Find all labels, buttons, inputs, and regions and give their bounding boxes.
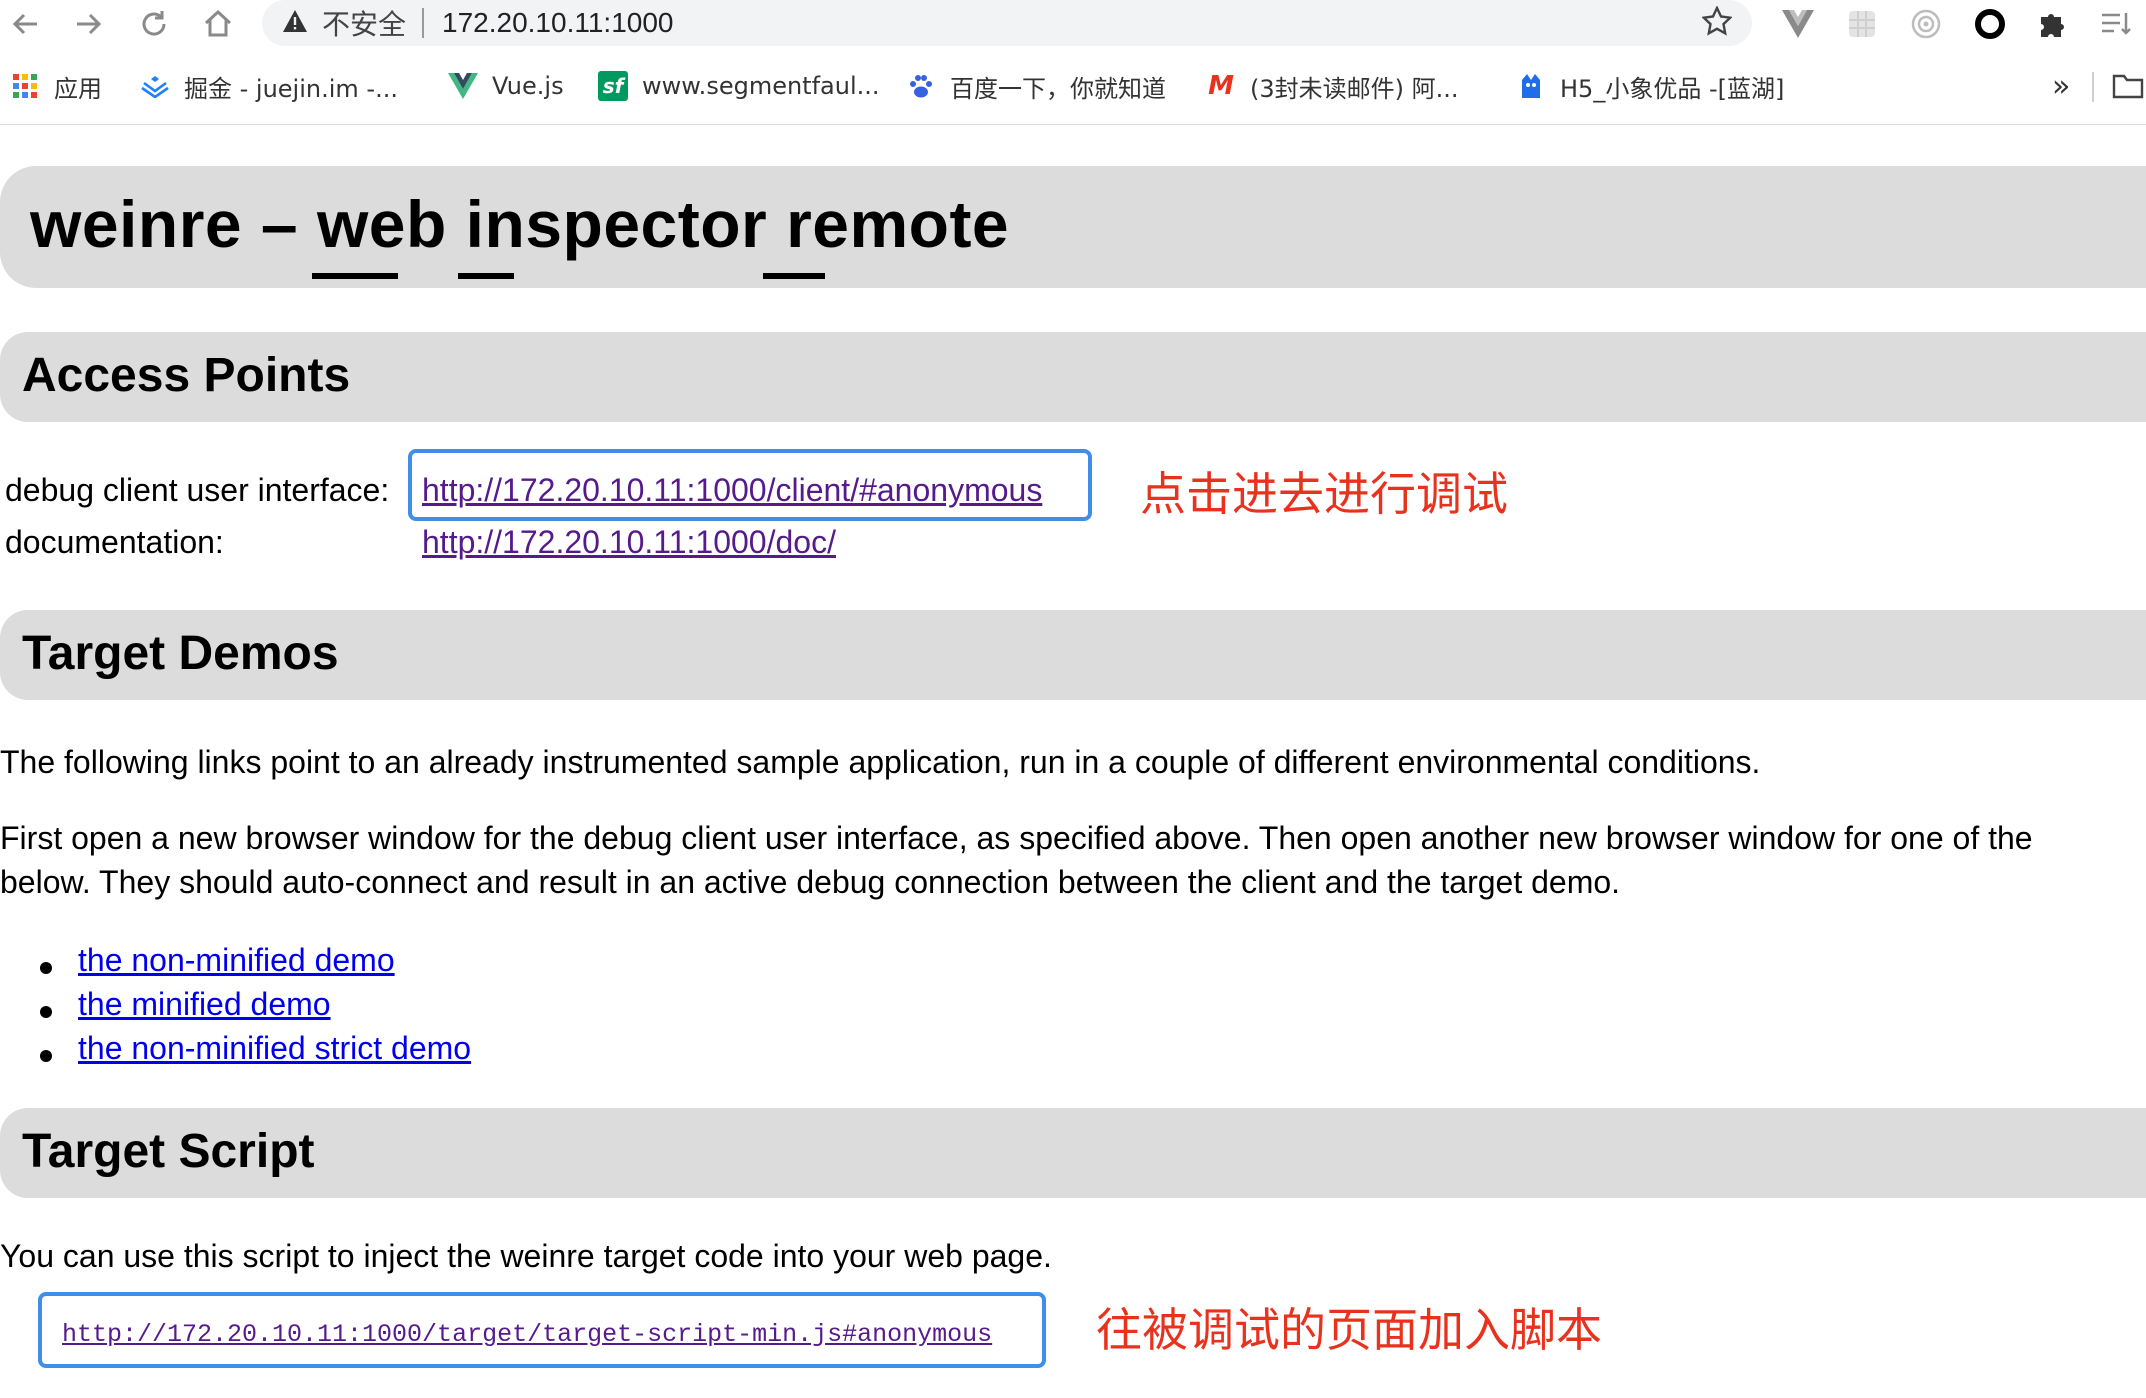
more-bookmarks-button[interactable]: » (2052, 64, 2070, 108)
bookmark-baidu[interactable]: 百度一下，你就知道 (906, 64, 1166, 108)
section-title: Access Points (22, 349, 351, 402)
section-access-points: Access Points (0, 332, 2146, 422)
demo-link-minified[interactable]: the minified demo (78, 986, 331, 1023)
debug-client-label: debug client user interface: (5, 472, 390, 508)
omnibox-divider (422, 8, 425, 38)
demos-instructions-line1: First open a new browser window for the … (0, 820, 2033, 856)
vue-devtools-extension-icon[interactable] (1778, 4, 1818, 44)
bookmark-label: www.segmentfaul... (642, 72, 880, 100)
list-bullet (40, 962, 52, 974)
browser-chrome: 不安全 172.20.10.11:1000 应用 掘金 - juejin.im … (0, 0, 2146, 125)
mail-m-icon: M (1208, 71, 1234, 101)
bookmark-apps[interactable]: 应用 (10, 64, 102, 108)
bookmark-juejin[interactable]: 掘金 - juejin.im -... (140, 64, 398, 108)
target-script-link[interactable]: http://172.20.10.11:1000/target/target-s… (62, 1320, 992, 1349)
baidu-paw-icon (906, 71, 936, 101)
demo-link-non-minified[interactable]: the non-minified demo (78, 942, 395, 979)
vue-icon (448, 71, 478, 101)
bookmark-label: 应用 (54, 74, 102, 103)
grid-extension-icon[interactable] (1842, 4, 1882, 44)
section-target-demos: Target Demos (0, 610, 2146, 700)
debug-link-highlight-box (408, 449, 1092, 521)
bookmark-lanhu[interactable]: H5_小象优品 -[蓝湖] (1516, 64, 1784, 108)
warning-triangle-icon (282, 9, 308, 38)
juejin-icon (140, 71, 170, 101)
bookmark-label: 掘金 - juejin.im -... (184, 74, 398, 103)
other-bookmarks-folder-icon[interactable] (2112, 64, 2144, 108)
documentation-link[interactable]: http://172.20.10.11:1000/doc/ (422, 524, 836, 561)
bookmark-mail[interactable]: M (3封未读邮件) 阿... (1206, 64, 1459, 108)
bookmark-label: (3封未读邮件) 阿... (1250, 74, 1459, 103)
lanhu-icon (1516, 71, 1546, 101)
title-underline-i (458, 273, 514, 279)
title-underline-re (763, 273, 825, 279)
demos-instructions-line2: below. They should auto-connect and resu… (0, 864, 1621, 900)
target-extension-icon[interactable] (1906, 4, 1946, 44)
bookmarks-divider (2092, 72, 2094, 102)
reading-list-icon[interactable] (2096, 4, 2136, 44)
demo-link-non-minified-strict[interactable]: the non-minified strict demo (78, 1030, 471, 1067)
address-bar[interactable]: 不安全 172.20.10.11:1000 (262, 0, 1752, 46)
bookmark-label: 百度一下，你就知道 (950, 74, 1166, 103)
demos-intro-paragraph: The following links point to an already … (0, 744, 1761, 780)
list-bullet (40, 1006, 52, 1018)
annotation-add-script: 往被调试的页面加入脚本 (1096, 1303, 1602, 1357)
title-underline-w (312, 273, 398, 279)
bookmark-vue[interactable]: Vue.js (448, 64, 564, 108)
puzzle-extensions-icon[interactable] (2032, 4, 2072, 44)
section-title: Target Script (22, 1125, 315, 1178)
bookmarks-bar: 应用 掘金 - juejin.im -... Vue.js sf www.seg… (0, 64, 2146, 108)
ring-extension-icon[interactable] (1970, 4, 2010, 44)
section-target-script: Target Script (0, 1108, 2146, 1198)
list-bullet (40, 1050, 52, 1062)
forward-arrow-icon[interactable] (68, 4, 108, 44)
section-title: Target Demos (22, 627, 339, 680)
bookmark-label: H5_小象优品 -[蓝湖] (1560, 74, 1785, 103)
documentation-label: documentation: (5, 524, 224, 560)
page-content: weinre – web inspector remote Access Poi… (0, 124, 2146, 1398)
annotation-click-to-debug: 点击进去进行调试 (1140, 467, 1508, 521)
bookmark-label: Vue.js (492, 72, 564, 100)
script-paragraph: You can use this script to inject the we… (0, 1238, 1052, 1274)
home-icon[interactable] (198, 4, 238, 44)
bookmark-segmentfault[interactable]: sf www.segmentfaul... (598, 64, 880, 108)
back-arrow-icon[interactable] (6, 4, 46, 44)
url-text[interactable]: 172.20.10.11:1000 (442, 7, 673, 39)
bookmark-star-icon[interactable] (1701, 5, 1733, 44)
apps-grid-icon (10, 71, 40, 101)
page-title: weinre – web inspector remote (30, 187, 1010, 261)
reload-icon[interactable] (134, 4, 174, 44)
page-title-banner: weinre – web inspector remote (0, 166, 2146, 288)
segmentfault-icon: sf (598, 71, 628, 101)
security-status-label[interactable]: 不安全 (322, 3, 406, 43)
